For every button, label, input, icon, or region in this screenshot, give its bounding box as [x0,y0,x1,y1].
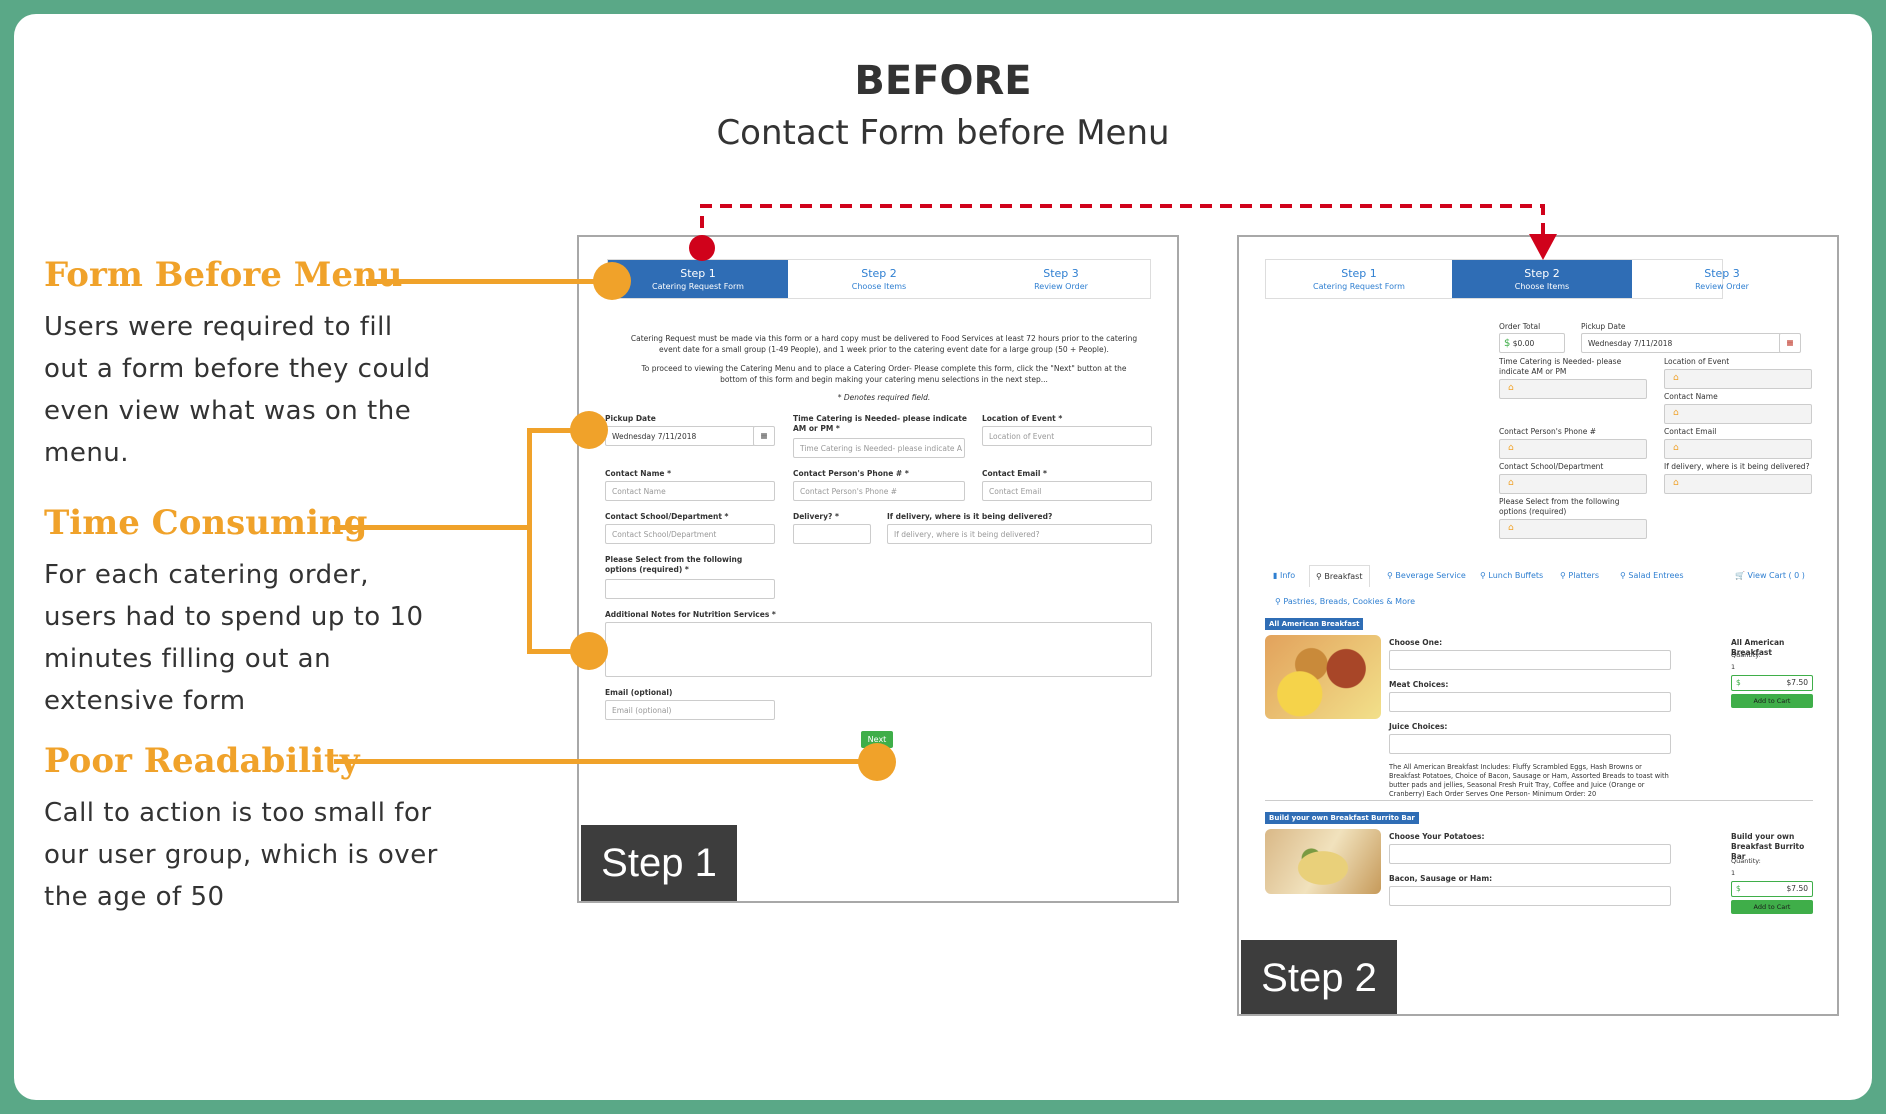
arrow-start-dot [689,235,715,261]
flow-arrow [689,204,1557,261]
arrow-down-icon [1529,234,1557,260]
